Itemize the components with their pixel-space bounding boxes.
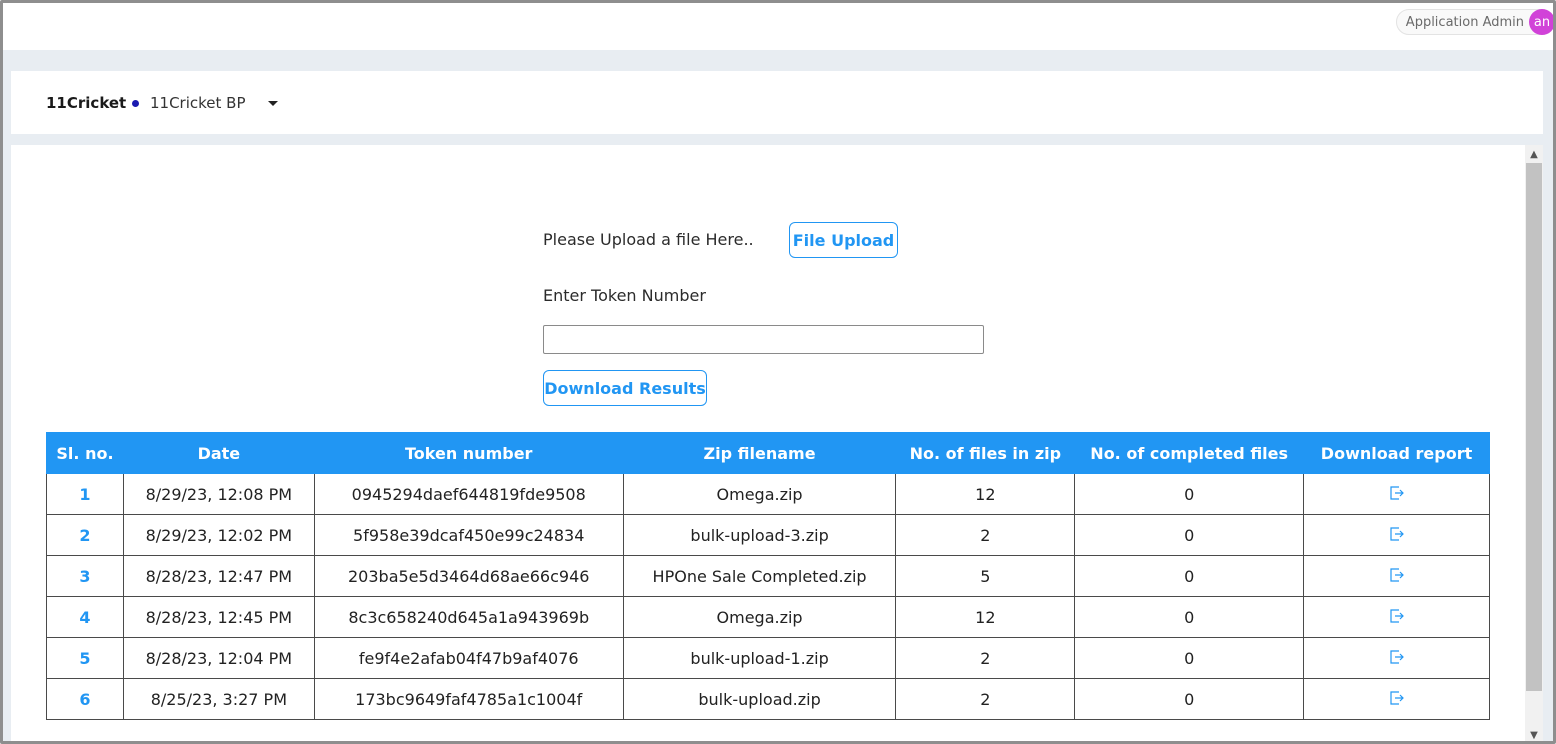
- download-report-cell: [1303, 678, 1490, 720]
- download-results-button[interactable]: Download Results: [543, 370, 707, 406]
- row-completed-count: 0: [1074, 473, 1305, 515]
- status-dot-icon: [132, 99, 139, 107]
- row-files-count: 12: [895, 596, 1076, 638]
- export-icon[interactable]: [1389, 649, 1405, 668]
- table-row: 2 8/29/23, 12:02 PM 5f958e39dcaf450e99c248…: [46, 514, 1490, 556]
- export-icon[interactable]: [1389, 690, 1405, 709]
- results-table: Sl. no. Date Token number Zip filename N…: [46, 432, 1490, 720]
- top-bar: Application Admin an: [3, 3, 1555, 50]
- row-token: 173bc9649faf4785a1c1004f: [313, 678, 624, 720]
- row-zip-filename: bulk-upload.zip: [622, 678, 897, 720]
- brand-name: 11Cricket: [46, 94, 127, 112]
- export-icon[interactable]: [1389, 485, 1405, 504]
- scroll-down-arrow-icon[interactable]: ▼: [1525, 726, 1543, 744]
- table-row: 1 8/29/23, 12:08 PM 0945294daef644819fde95…: [46, 473, 1490, 515]
- vertical-scrollbar[interactable]: ▲ ▼: [1525, 145, 1543, 744]
- row-files-count: 5: [895, 555, 1076, 597]
- row-token: fe9f4e2afab04f47b9af4076: [313, 637, 624, 679]
- token-input[interactable]: [543, 325, 984, 354]
- export-icon[interactable]: [1389, 526, 1405, 545]
- column-header: Download report: [1303, 432, 1490, 474]
- scroll-up-arrow-icon[interactable]: ▲: [1525, 145, 1543, 163]
- row-completed-count: 0: [1074, 514, 1305, 556]
- row-serial-link[interactable]: 6: [46, 678, 124, 720]
- upload-label: Please Upload a file Here..: [543, 230, 754, 249]
- user-menu[interactable]: Application Admin an: [1395, 9, 1555, 35]
- row-files-count: 12: [895, 473, 1076, 515]
- file-upload-button[interactable]: File Upload: [789, 222, 898, 258]
- row-serial-link[interactable]: 5: [46, 637, 124, 679]
- download-report-cell: [1303, 514, 1490, 556]
- column-header: No. of completed files: [1074, 432, 1305, 474]
- row-serial-link[interactable]: 1: [46, 473, 124, 515]
- table-row: 5 8/28/23, 12:04 PM fe9f4e2afab04f47b9af40…: [46, 637, 1490, 679]
- row-completed-count: 0: [1074, 637, 1305, 679]
- row-serial-link[interactable]: 4: [46, 596, 124, 638]
- row-zip-filename: HPOne Sale Completed.zip: [622, 555, 897, 597]
- row-files-count: 2: [895, 514, 1076, 556]
- bp-dropdown-label: 11Cricket BP: [150, 94, 246, 112]
- download-report-cell: [1303, 555, 1490, 597]
- row-zip-filename: Omega.zip: [622, 596, 897, 638]
- row-date: 8/25/23, 3:27 PM: [122, 678, 315, 720]
- row-token: 0945294daef644819fde9508: [313, 473, 624, 515]
- table-row: 4 8/28/23, 12:45 PM 8c3c658240d645a1a94396…: [46, 596, 1490, 638]
- export-icon[interactable]: [1389, 567, 1405, 586]
- row-files-count: 2: [895, 678, 1076, 720]
- download-report-cell: [1303, 596, 1490, 638]
- download-report-cell: [1303, 473, 1490, 515]
- row-date: 8/28/23, 12:04 PM: [122, 637, 315, 679]
- avatar[interactable]: an: [1529, 9, 1555, 35]
- download-report-cell: [1303, 637, 1490, 679]
- row-token: 8c3c658240d645a1a943969b: [313, 596, 624, 638]
- export-icon[interactable]: [1389, 608, 1405, 627]
- table-row: 6 8/25/23, 3:27 PM 173bc9649faf4785a1c1004…: [46, 678, 1490, 720]
- row-zip-filename: bulk-upload-1.zip: [622, 637, 897, 679]
- bp-dropdown[interactable]: 11Cricket BP: [132, 94, 278, 112]
- row-date: 8/28/23, 12:47 PM: [122, 555, 315, 597]
- row-serial-link[interactable]: 2: [46, 514, 124, 556]
- business-selector-bar: 11Cricket 11Cricket BP: [11, 71, 1543, 134]
- row-completed-count: 0: [1074, 596, 1305, 638]
- row-token: 203ba5e5d3464d68ae66c946: [313, 555, 624, 597]
- column-header: Date: [122, 432, 315, 474]
- token-label: Enter Token Number: [543, 286, 706, 305]
- table-header-row: Sl. no. Date Token number Zip filename N…: [46, 432, 1490, 474]
- user-name: Application Admin: [1405, 14, 1524, 30]
- row-date: 8/28/23, 12:45 PM: [122, 596, 315, 638]
- row-serial-link[interactable]: 3: [46, 555, 124, 597]
- row-date: 8/29/23, 12:02 PM: [122, 514, 315, 556]
- column-header: Token number: [313, 432, 624, 474]
- caret-down-icon[interactable]: [267, 100, 278, 106]
- column-header: No. of files in zip: [895, 432, 1076, 474]
- row-files-count: 2: [895, 637, 1076, 679]
- column-header: Zip filename: [622, 432, 897, 474]
- row-completed-count: 0: [1074, 555, 1305, 597]
- row-zip-filename: Omega.zip: [622, 473, 897, 515]
- row-completed-count: 0: [1074, 678, 1305, 720]
- scroll-thumb[interactable]: [1526, 163, 1542, 691]
- table-row: 3 8/28/23, 12:47 PM 203ba5e5d3464d68ae66c9…: [46, 555, 1490, 597]
- row-date: 8/29/23, 12:08 PM: [122, 473, 315, 515]
- row-zip-filename: bulk-upload-3.zip: [622, 514, 897, 556]
- column-header: Sl. no.: [46, 432, 124, 474]
- row-token: 5f958e39dcaf450e99c24834: [313, 514, 624, 556]
